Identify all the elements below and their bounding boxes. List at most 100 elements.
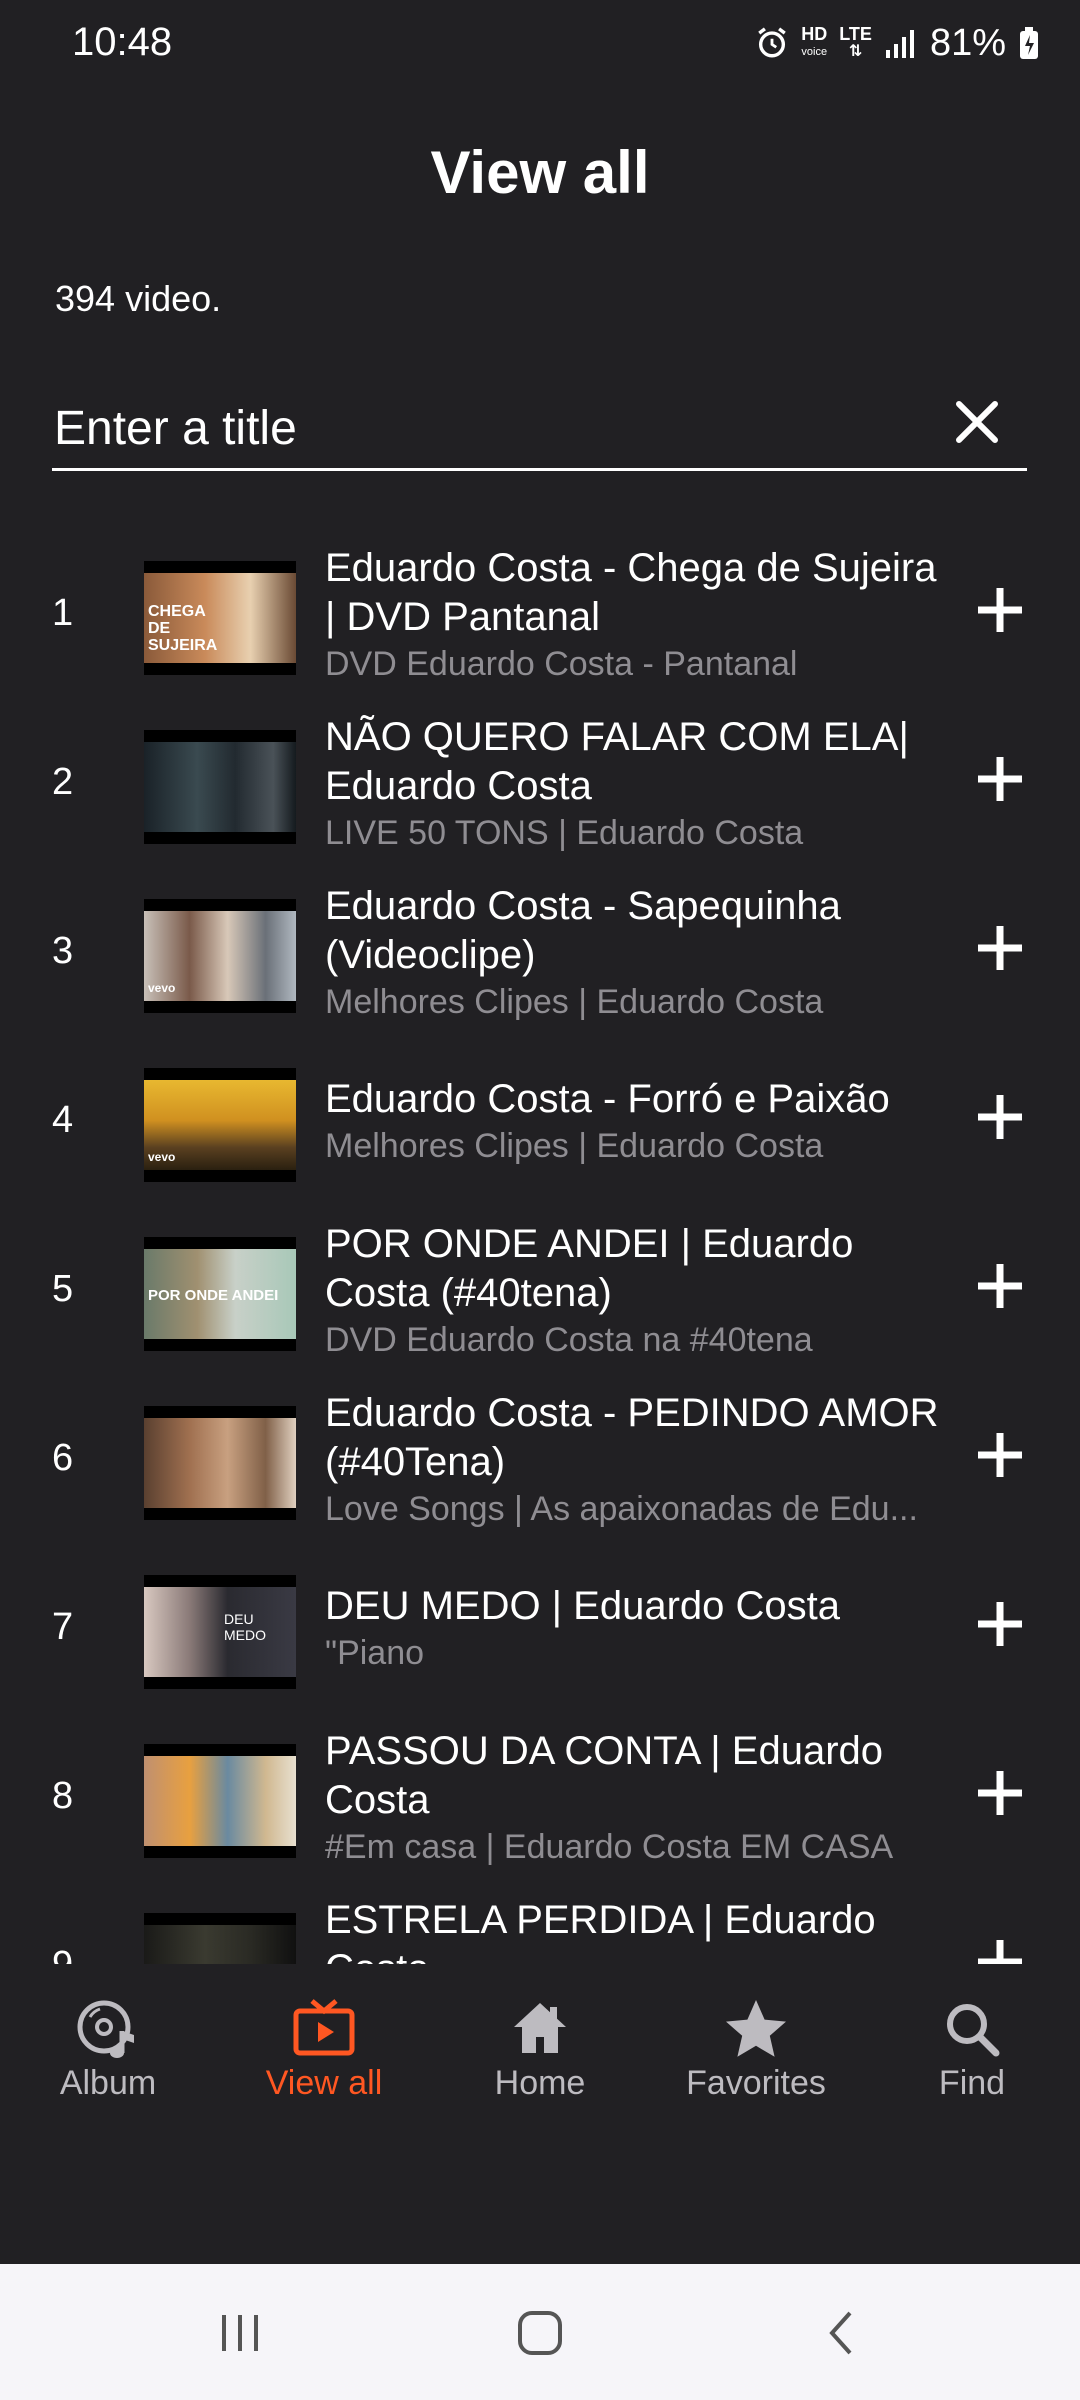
video-list: 1 CHEGA DE SUJEIRA Eduardo Costa - Chega… — [0, 528, 1080, 1964]
item-number: 1 — [52, 592, 74, 634]
video-title: POR ONDE ANDEI | Eduardo Costa (#40tena) — [325, 1222, 854, 1315]
tv-icon — [216, 1994, 432, 2064]
list-item[interactable]: 9 ESTRELA PERDIDA | Eduardo Costa — [0, 1880, 1080, 1964]
item-text: DEU MEDO | Eduardo Costa "Piano — [325, 1582, 955, 1675]
video-subtitle: Love Songs | As apaixonadas de Edu... — [325, 1490, 918, 1528]
nav-favorites-label: Favorites — [686, 2064, 826, 2102]
plus-icon — [978, 1095, 1022, 1139]
nav-album-label: Album — [59, 2064, 157, 2102]
list-item[interactable]: 8 PASSOU DA CONTA | Eduardo Costa #Em ca… — [0, 1711, 1080, 1880]
item-text: PASSOU DA CONTA | Eduardo Costa #Em casa… — [325, 1727, 955, 1869]
home-icon — [432, 1994, 648, 2064]
recents-button[interactable] — [210, 2308, 270, 2358]
list-item[interactable]: 4 vevo Eduardo Costa - Forró e Paixão Me… — [0, 1035, 1080, 1204]
add-button[interactable] — [970, 580, 1030, 640]
video-title: Eduardo Costa - Forró e Paixão — [325, 1077, 890, 1121]
hd-voice-indicator: HD voice — [801, 25, 827, 61]
add-button[interactable] — [970, 918, 1030, 978]
home-button[interactable] — [510, 2308, 570, 2358]
thumbnail-text: CHEGA DE SUJEIRA — [148, 603, 218, 654]
video-subtitle: Melhores Clipes | Eduardo Costa — [325, 983, 824, 1021]
nav-album[interactable]: Album — [0, 1994, 216, 2103]
status-bar: 10:48 HD voice LTE ⇅ 81% — [0, 0, 1080, 88]
video-subtitle: LIVE 50 TONS | Eduardo Costa — [325, 814, 804, 852]
lte-label: LTE — [839, 24, 872, 44]
video-subtitle: DVD Eduardo Costa - Pantanal — [325, 645, 798, 683]
nav-view-all-label: View all — [265, 2064, 383, 2102]
nav-find[interactable]: Find — [864, 1994, 1080, 2103]
album-icon — [0, 1994, 216, 2064]
video-subtitle: "Piano — [325, 1634, 425, 1672]
nav-home-label: Home — [494, 2064, 586, 2102]
back-button[interactable] — [812, 2308, 872, 2358]
video-thumbnail: vevo — [144, 1068, 296, 1182]
plus-icon — [978, 1602, 1022, 1646]
search-icon — [864, 1994, 1080, 2064]
plus-icon — [978, 1940, 1022, 1964]
video-thumbnail: CHEGA DE SUJEIRA — [144, 561, 296, 675]
status-icons: HD voice LTE ⇅ 81% — [755, 18, 1040, 68]
search-input[interactable] — [54, 398, 934, 458]
list-item[interactable]: 7 DEU MEDO DEU MEDO | Eduardo Costa "Pia… — [0, 1542, 1080, 1711]
ad-space — [0, 2124, 1080, 2264]
add-button[interactable] — [970, 1087, 1030, 1147]
nav-find-label: Find — [938, 2064, 1006, 2102]
signal-icon — [884, 28, 918, 58]
battery-percent: 81% — [929, 21, 1006, 64]
recents-icon — [222, 2315, 258, 2351]
video-thumbnail: DEU MEDO — [144, 1575, 296, 1689]
thumbnail-text: vevo — [148, 981, 176, 995]
plus-icon — [978, 588, 1022, 632]
plus-icon — [978, 1771, 1022, 1815]
add-button[interactable] — [970, 1932, 1030, 1964]
nav-view-all[interactable]: View all — [216, 1994, 432, 2103]
item-number: 9 — [52, 1944, 73, 1964]
list-item[interactable]: 2 NÃO QUERO FALAR COM ELA| Eduardo Costa… — [0, 697, 1080, 866]
item-text: ESTRELA PERDIDA | Eduardo Costa — [325, 1896, 955, 1964]
add-button[interactable] — [970, 1763, 1030, 1823]
video-thumbnail — [144, 1913, 296, 1964]
plus-icon — [978, 926, 1022, 970]
lte-indicator: LTE ⇅ — [839, 24, 872, 60]
video-thumbnail — [144, 730, 296, 844]
nav-home[interactable]: Home — [432, 1994, 648, 2103]
item-number: 2 — [52, 761, 74, 803]
star-icon — [648, 1994, 864, 2064]
list-item[interactable]: 3 vevo Eduardo Costa - Sapequinha (Video… — [0, 866, 1080, 1035]
back-icon — [829, 2311, 852, 2355]
video-title: PASSOU DA CONTA | Eduardo Costa — [325, 1729, 884, 1822]
system-nav-bar — [0, 2264, 1080, 2400]
add-button[interactable] — [970, 1256, 1030, 1316]
item-number: 5 — [52, 1268, 74, 1310]
item-number: 7 — [52, 1606, 74, 1648]
battery-icon — [1018, 26, 1040, 60]
item-number: 4 — [52, 1099, 74, 1141]
video-subtitle: Melhores Clipes | Eduardo Costa — [325, 1127, 824, 1165]
clear-button[interactable] — [947, 392, 1007, 452]
add-button[interactable] — [970, 1594, 1030, 1654]
close-icon — [956, 401, 998, 443]
nav-favorites[interactable]: Favorites — [648, 1994, 864, 2103]
list-item[interactable]: 1 CHEGA DE SUJEIRA Eduardo Costa - Chega… — [0, 528, 1080, 697]
status-time: 10:48 — [72, 20, 173, 64]
home-circle-icon — [518, 2311, 562, 2355]
page-title: View all — [430, 139, 650, 206]
item-text: Eduardo Costa - PEDINDO AMOR (#40Tena) L… — [325, 1389, 955, 1531]
video-title: Eduardo Costa - Chega de Sujeira | DVD P… — [325, 546, 937, 639]
video-title: DEU MEDO | Eduardo Costa — [325, 1584, 841, 1628]
video-title: Eduardo Costa - Sapequinha (Videoclipe) — [325, 884, 841, 977]
item-text: Eduardo Costa - Chega de Sujeira | DVD P… — [325, 544, 955, 686]
item-number: 3 — [52, 930, 74, 972]
search-bar — [52, 380, 1027, 471]
thumbnail-text: POR ONDE ANDEI — [148, 1287, 279, 1304]
add-button[interactable] — [970, 1425, 1030, 1485]
thumbnail-text: vevo — [148, 1150, 176, 1164]
item-text: POR ONDE ANDEI | Eduardo Costa (#40tena)… — [325, 1220, 955, 1362]
list-item[interactable]: 5 POR ONDE ANDEI POR ONDE ANDEI | Eduard… — [0, 1204, 1080, 1373]
list-item[interactable]: 6 Eduardo Costa - PEDINDO AMOR (#40Tena)… — [0, 1373, 1080, 1542]
add-button[interactable] — [970, 749, 1030, 809]
video-subtitle: DVD Eduardo Costa na #40tena — [325, 1321, 813, 1359]
bottom-nav: Album View all Home Favorites Find — [0, 1964, 1080, 2124]
hd-label: HD — [801, 24, 828, 44]
video-title: Eduardo Costa - PEDINDO AMOR (#40Tena) — [325, 1391, 939, 1484]
